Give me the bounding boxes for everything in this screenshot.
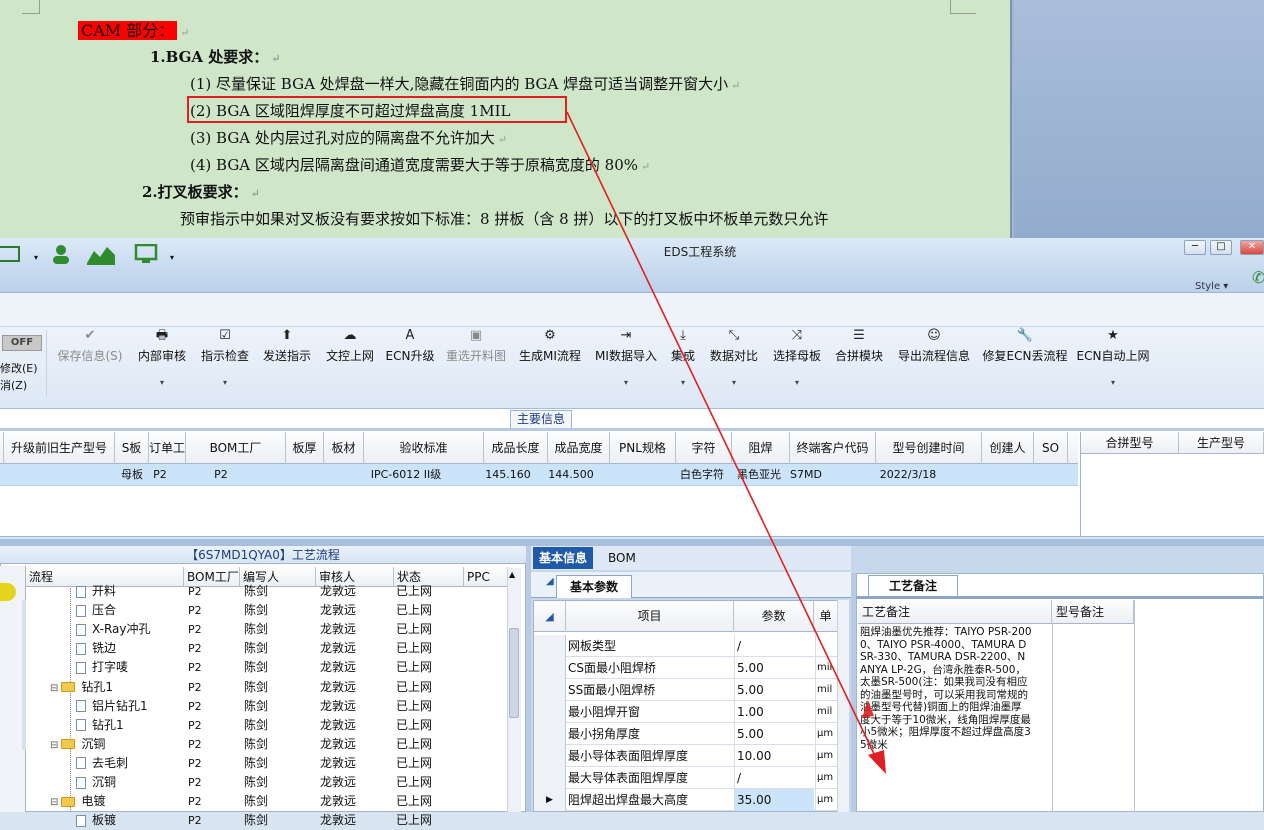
writer-cell: 陈剑 bbox=[244, 813, 269, 828]
file-icon bbox=[76, 814, 86, 827]
process-step-label: 板镀 bbox=[92, 813, 117, 828]
arrow-line bbox=[566, 111, 877, 759]
annotation-arrow bbox=[566, 111, 886, 774]
reviewer-cell: 龙敦远 bbox=[320, 813, 357, 828]
tree-row[interactable]: 板镀 P2 陈剑 龙敦远 已上网 bbox=[26, 811, 506, 830]
bom-factory-cell: P2 bbox=[188, 814, 202, 828]
arrow-mark bbox=[862, 700, 874, 718]
arrow-head bbox=[868, 750, 886, 774]
status-cell: 已上网 bbox=[396, 813, 433, 828]
process-step-name: 板镀 bbox=[76, 811, 116, 830]
